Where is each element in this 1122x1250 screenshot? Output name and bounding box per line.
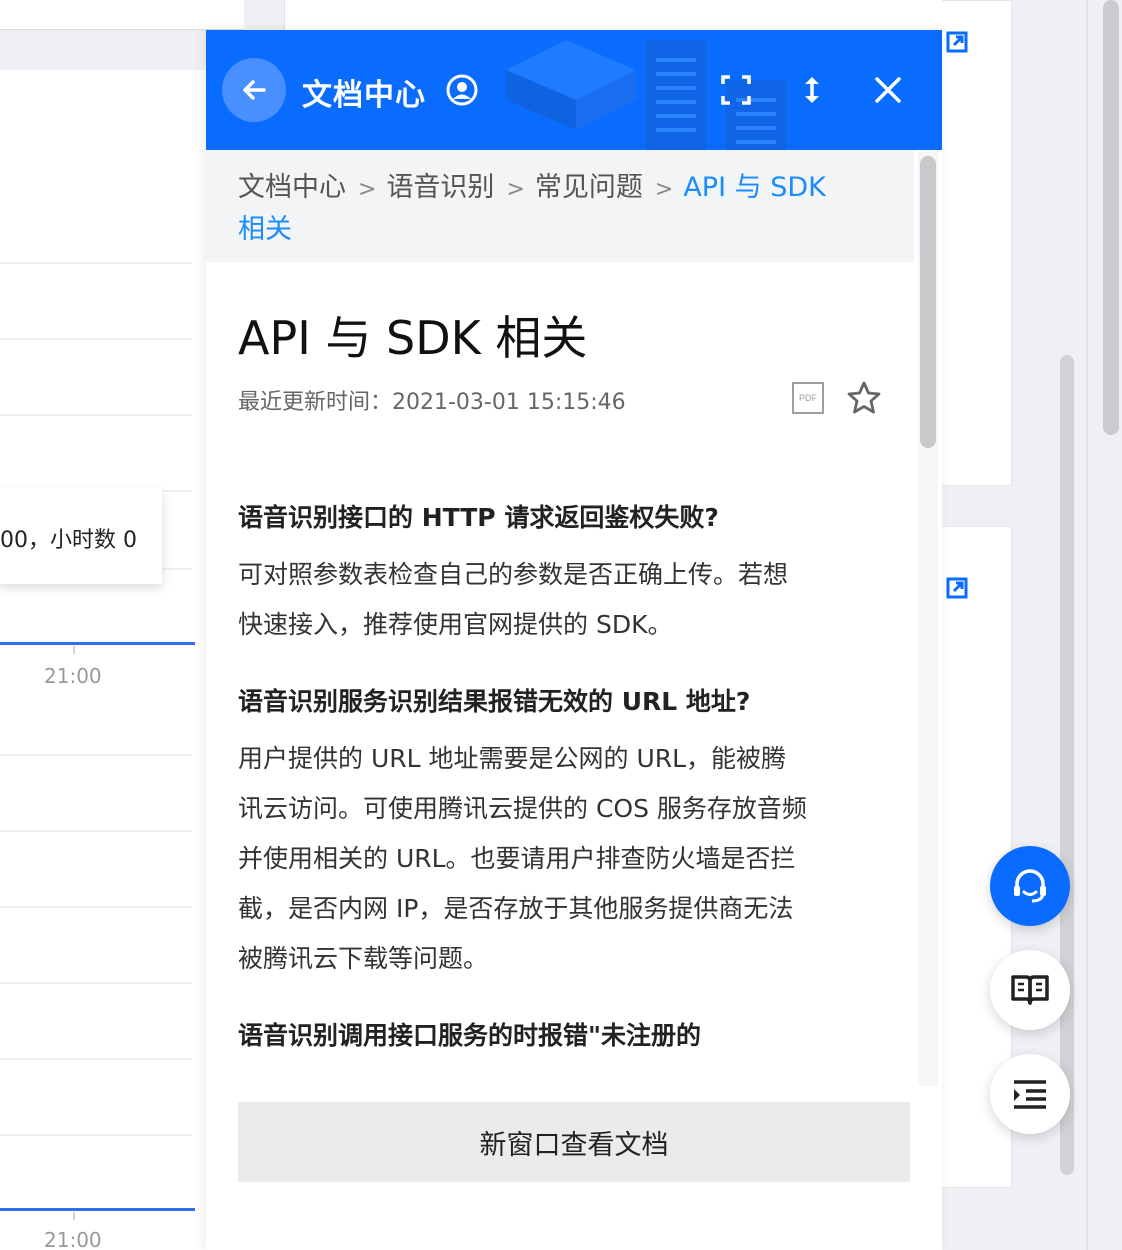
chart-gridline <box>0 1058 192 1060</box>
external-link-icon[interactable] <box>946 31 968 53</box>
faq-answer: 用户提供的 URL 地址需要是公网的 URL，能被腾 讯云访问。可使用腾讯云提供… <box>238 734 878 984</box>
axis-tick <box>73 1212 75 1220</box>
x-axis-label: 21:00 <box>44 664 102 688</box>
chart-gridline <box>0 262 192 264</box>
vertical-resize-icon[interactable] <box>796 74 828 106</box>
panel-scrollbar-thumb[interactable] <box>920 156 936 448</box>
chevron-right-icon: > <box>654 177 674 202</box>
right-card <box>942 0 1012 486</box>
close-icon[interactable] <box>872 74 904 106</box>
faq-answer-line: 截，是否内网 IP，是否存放于其他服务提供商无法 <box>238 894 794 923</box>
breadcrumb-item[interactable]: 常见问题 <box>535 172 643 203</box>
faq-question: 语音识别接口的 HTTP 请求返回鉴权失败? <box>238 503 719 532</box>
chart-gridline <box>0 1134 192 1136</box>
faq-answer-line: 用户提供的 URL 地址需要是公网的 URL，能被腾 <box>238 744 787 773</box>
panel-title: 文档中心 <box>302 78 426 113</box>
faq-answer-line: 快速接入，推荐使用官网提供的 SDK。 <box>238 610 673 639</box>
doc-center-panel: 文档中心 文档中心 > 语音识别 > 常见问题 > API 与 SDK 相关 API 与 SD… <box>206 30 942 1250</box>
axis-tick <box>73 646 75 654</box>
back-button[interactable] <box>222 58 286 122</box>
open-new-window-button[interactable]: 新窗口查看文档 <box>238 1102 910 1182</box>
faq-question: 语音识别调用接口服务的时报错"未注册的 <box>238 1021 702 1050</box>
faq-answer-line: 并使用相关的 URL。也要请用户排查防火墙是否拦 <box>238 844 796 873</box>
chart-gridline <box>0 754 192 756</box>
chart-series-line <box>0 1208 195 1211</box>
outline-icon <box>1014 1080 1046 1109</box>
book-icon <box>1011 975 1049 1005</box>
arrow-left-icon <box>243 80 266 100</box>
chart-tooltip: 00，小时数 0 <box>0 488 162 584</box>
faq-question: 语音识别服务识别结果报错无效的 URL 地址? <box>238 687 751 716</box>
faq-answer-line: 讯云访问。可使用腾讯云提供的 COS 服务存放音频 <box>238 794 807 823</box>
pdf-icon[interactable]: PDF <box>792 382 824 414</box>
fullscreen-icon[interactable] <box>720 74 752 106</box>
docs-button[interactable] <box>990 950 1070 1030</box>
chart-gridline <box>0 414 192 416</box>
breadcrumb-current: API 与 SDK <box>683 172 826 203</box>
faq-answer: 可对照参数表检查自己的参数是否正确上传。若想 快速接入，推荐使用官网提供的 SD… <box>238 550 878 650</box>
chevron-right-icon: > <box>358 177 377 202</box>
chart-gridline <box>0 338 192 340</box>
footer-area: 新窗口查看文档 <box>206 1086 942 1250</box>
chart-gridline <box>0 830 192 832</box>
star-icon[interactable] <box>846 380 882 416</box>
faq-answer-line: 可对照参数表检查自己的参数是否正确上传。若想 <box>238 560 789 589</box>
chart-gridline <box>0 982 192 984</box>
background-card-top-middle <box>284 0 942 30</box>
window-scrollbar[interactable] <box>1103 0 1119 435</box>
chart-gridline <box>0 906 192 908</box>
x-axis-label: 21:00 <box>44 1228 102 1250</box>
page-scrollbar[interactable] <box>1060 355 1074 1175</box>
panel-header: 文档中心 <box>206 30 942 150</box>
breadcrumb: 文档中心 > 语音识别 > 常见问题 > API 与 SDK 相关 <box>206 150 914 262</box>
external-link-icon[interactable] <box>946 577 968 599</box>
doc-content: 语音识别接口的 HTTP 请求返回鉴权失败? 可对照参数表检查自己的参数是否正确… <box>238 500 878 1068</box>
outline-button[interactable] <box>990 1054 1070 1134</box>
chart-series-line <box>0 642 195 645</box>
breadcrumb-item[interactable]: 文档中心 <box>238 172 346 203</box>
background-card-top <box>0 0 244 30</box>
breadcrumb-item[interactable]: 语音识别 <box>386 172 494 203</box>
last-updated: 最近更新时间：2021-03-01 15:15:46 <box>238 390 626 415</box>
user-circle-icon[interactable] <box>446 74 478 106</box>
divider <box>1086 0 1088 1250</box>
support-button[interactable] <box>990 846 1070 926</box>
doc-title: API 与 SDK 相关 <box>238 311 588 365</box>
faq-answer-line: 被腾讯云下载等问题。 <box>238 944 489 973</box>
background-chart-card <box>0 70 206 1250</box>
chevron-right-icon: > <box>506 177 525 202</box>
breadcrumb-current-cont: 相关 <box>238 214 292 245</box>
headset-icon <box>1014 869 1046 903</box>
